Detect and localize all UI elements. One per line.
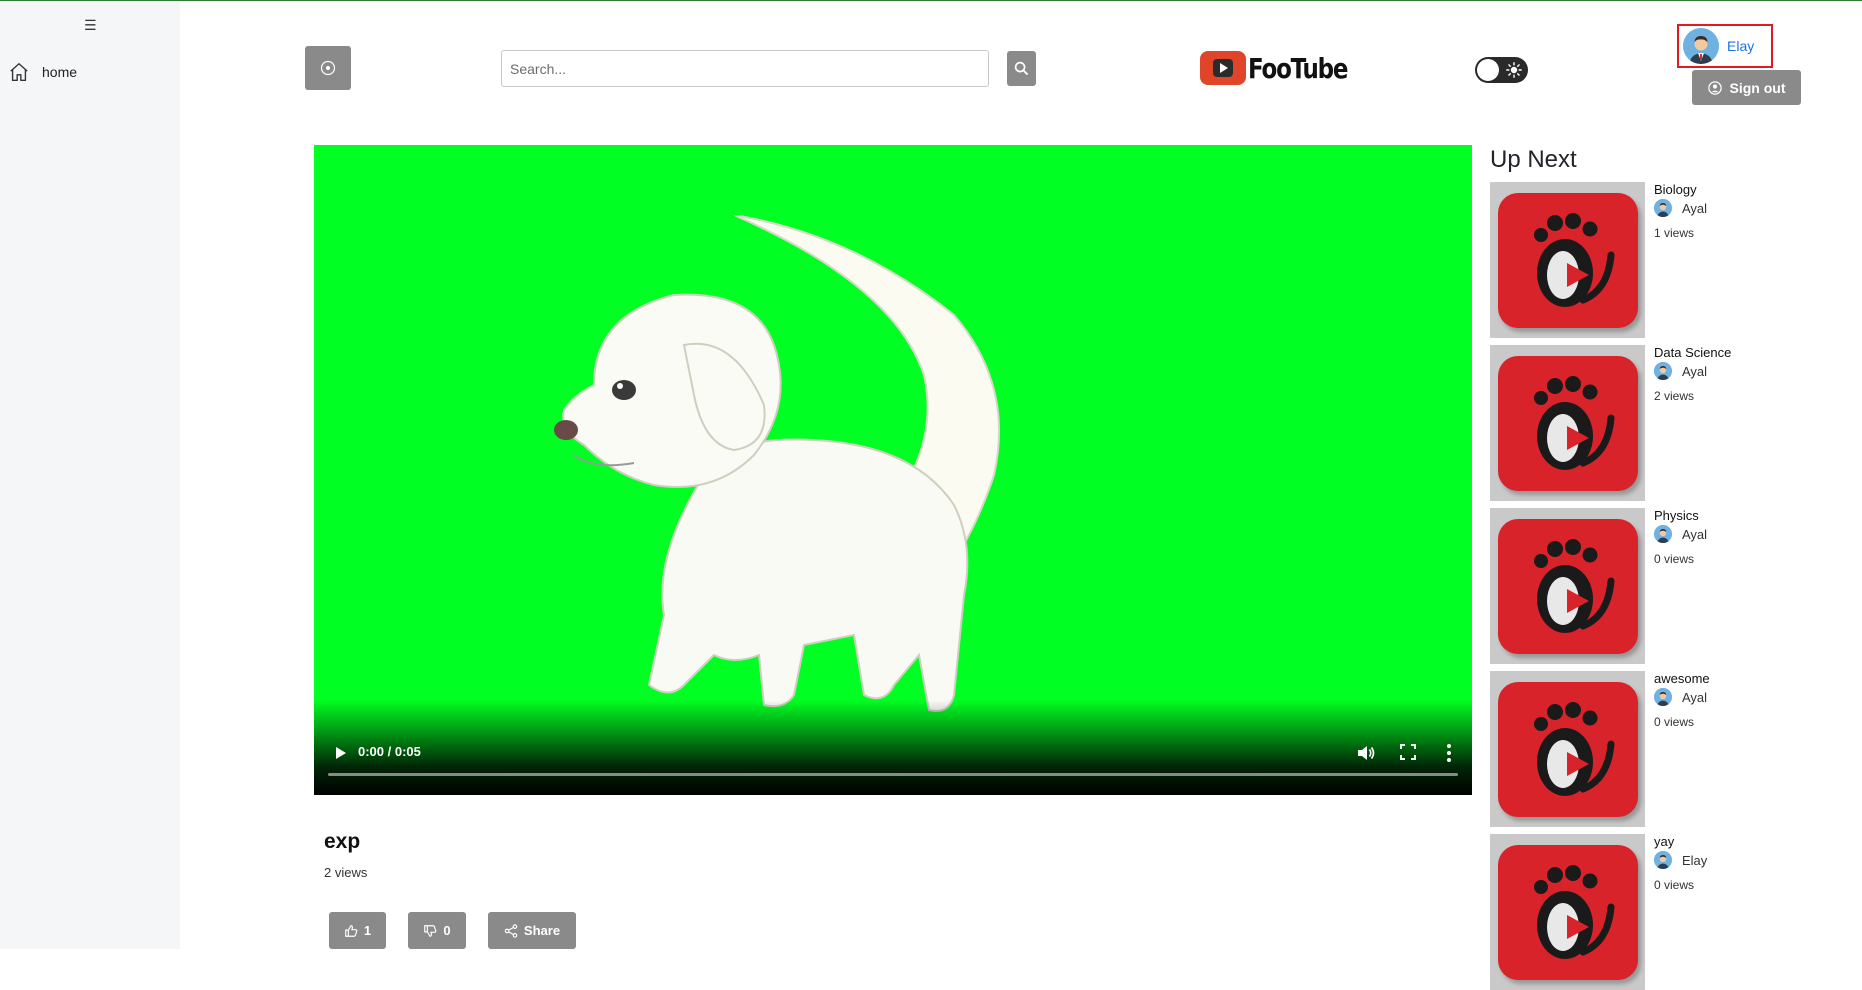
toggle-knob: [1477, 59, 1499, 81]
top-border-line: [0, 0, 1862, 1]
recommended-video-item[interactable]: Biology Ayal 1 views: [1490, 182, 1790, 338]
recommended-video-views: 0 views: [1654, 715, 1695, 729]
share-label: Share: [523, 923, 561, 938]
recommended-video-author: Ayal: [1654, 688, 1707, 706]
footube-app-icon: [1497, 844, 1638, 980]
thumbs-up-icon: [345, 924, 358, 937]
signout-button[interactable]: Sign out: [1692, 70, 1801, 105]
sun-icon: [1506, 62, 1522, 78]
video-thumbnail[interactable]: [1490, 508, 1645, 664]
recommended-video-item[interactable]: awesome Ayal 0 views: [1490, 671, 1790, 827]
video-controls: [314, 700, 1472, 795]
author-name: Ayal: [1682, 689, 1708, 705]
video-title: exp: [324, 830, 361, 853]
author-avatar: [1654, 199, 1672, 217]
recommended-video-views: 0 views: [1654, 552, 1695, 566]
footube-app-icon: [1497, 355, 1638, 491]
up-next-heading: Up Next: [1490, 146, 1577, 173]
volume-icon[interactable]: [1356, 743, 1376, 763]
footube-logo[interactable]: FooTube: [1200, 51, 1369, 85]
recommended-video-title[interactable]: awesome: [1654, 671, 1710, 686]
video-thumbnail[interactable]: [1490, 834, 1645, 990]
video-progress-bar[interactable]: [328, 773, 1458, 776]
user-avatar: [1683, 28, 1719, 64]
video-thumbnail[interactable]: [1490, 182, 1645, 338]
user-name-link[interactable]: Elay: [1727, 38, 1754, 54]
share-button[interactable]: Share: [488, 912, 576, 949]
recommended-video-item[interactable]: Data Science Ayal 2 views: [1490, 345, 1790, 501]
recommended-video-item[interactable]: yay Elay 0 views: [1490, 834, 1790, 990]
like-count: 1: [363, 923, 372, 938]
author-name: Ayal: [1682, 200, 1708, 216]
video-thumbnail[interactable]: [1490, 671, 1645, 827]
fullscreen-icon[interactable]: [1400, 744, 1416, 760]
sidebar-item-label: home: [42, 64, 78, 80]
like-button[interactable]: 1: [329, 912, 386, 949]
recommended-video-title[interactable]: Biology: [1654, 182, 1697, 197]
more-options-icon[interactable]: [1446, 743, 1452, 763]
recommended-video-title[interactable]: Data Science: [1654, 345, 1731, 360]
author-name: Elay: [1682, 852, 1708, 868]
recommended-video-title[interactable]: Physics: [1654, 508, 1699, 523]
author-avatar: [1654, 851, 1672, 869]
upload-icon: [320, 60, 336, 76]
share-icon: [504, 923, 518, 938]
signout-label: Sign out: [1729, 79, 1786, 96]
menu-icon[interactable]: ☰: [84, 18, 97, 32]
recommended-video-author: Ayal: [1654, 199, 1707, 217]
sidebar-item-home[interactable]: home: [8, 61, 77, 83]
footube-app-icon: [1497, 518, 1638, 654]
theme-toggle[interactable]: [1475, 57, 1528, 83]
author-avatar: [1654, 362, 1672, 380]
footube-app-icon: [1497, 192, 1638, 328]
recommended-video-item[interactable]: Physics Ayal 0 views: [1490, 508, 1790, 664]
upload-button[interactable]: [305, 46, 351, 90]
logo-play-icon: [1200, 51, 1246, 85]
search-input[interactable]: [501, 50, 989, 87]
video-time: 0:00 / 0:05: [358, 744, 421, 759]
dislike-button[interactable]: 0: [408, 912, 466, 949]
author-name: Ayal: [1682, 526, 1708, 542]
video-frame-dog-image: [554, 215, 1000, 712]
recommended-video-author: Ayal: [1654, 362, 1707, 380]
author-avatar: [1654, 525, 1672, 543]
search-icon: [1014, 61, 1029, 76]
search-button[interactable]: [1007, 51, 1036, 86]
video-thumbnail[interactable]: [1490, 345, 1645, 501]
play-icon[interactable]: [334, 745, 348, 761]
home-icon: [10, 62, 28, 81]
recommended-video-views: 1 views: [1654, 226, 1695, 240]
recommended-video-title[interactable]: yay: [1654, 834, 1674, 849]
footube-app-icon: [1497, 681, 1638, 817]
logo-text: FooTube: [1248, 51, 1348, 85]
dislike-count: 0: [443, 923, 451, 938]
thumbs-down-icon: [424, 924, 437, 937]
author-avatar: [1654, 688, 1672, 706]
recommended-video-author: Elay: [1654, 851, 1707, 869]
user-circle-icon: [1707, 80, 1722, 95]
recommended-video-author: Ayal: [1654, 525, 1707, 543]
author-name: Ayal: [1682, 363, 1708, 379]
user-profile-chip[interactable]: Elay: [1677, 24, 1773, 68]
recommended-video-views: 2 views: [1654, 389, 1695, 403]
sidebar: ☰ home: [0, 1, 180, 949]
recommended-video-views: 0 views: [1654, 878, 1695, 892]
video-views: 2 views: [324, 865, 368, 880]
video-player[interactable]: 0:00 / 0:05: [314, 145, 1472, 795]
